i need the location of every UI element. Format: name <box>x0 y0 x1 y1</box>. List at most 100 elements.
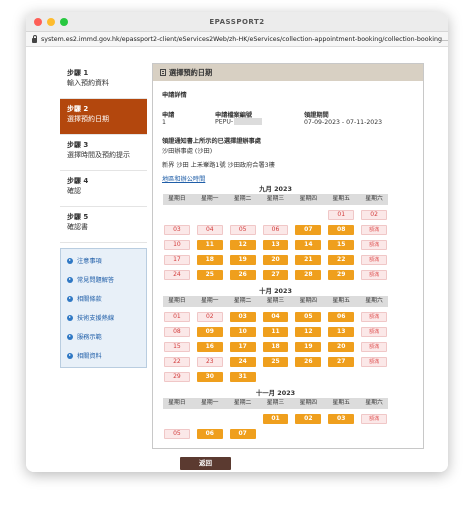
month-title: 九月 2023 <box>259 185 292 193</box>
available-date[interactable]: 15 <box>328 240 355 250</box>
available-date[interactable]: 13 <box>328 327 355 337</box>
panel-header: 選擇預約日期 <box>153 64 423 81</box>
link-terms[interactable]: 相關條款 <box>61 289 146 308</box>
weekday-label: 星期五 <box>332 298 350 304</box>
arrow-circle-icon <box>67 295 73 302</box>
weekday-header: 星期日 星期一 星期二 星期三 星期四 星期五 星期六 <box>163 296 388 307</box>
week-row: 10 11 12 13 14 15 額滿 <box>163 240 388 250</box>
available-date[interactable]: 09 <box>196 327 223 337</box>
step-5: 步驟 5 確認書 <box>60 207 147 243</box>
url-text[interactable]: system.es2.immd.gov.hk/epassport2-client… <box>41 36 448 43</box>
full-date: 額滿 <box>361 225 387 235</box>
panel-title: 選擇預約日期 <box>169 67 213 77</box>
office-heading: 領證通知書上所示的已選擇證辦事處 <box>162 138 261 145</box>
available-date[interactable]: 27 <box>262 270 289 280</box>
available-date[interactable]: 14 <box>295 240 322 250</box>
close-window-button[interactable] <box>34 18 42 26</box>
available-date[interactable]: 19 <box>295 342 322 352</box>
available-date[interactable]: 13 <box>262 240 289 250</box>
empty-cell <box>295 210 321 220</box>
available-date[interactable]: 12 <box>295 327 322 337</box>
office-address: 新界 沙田 上禾輋路1號 沙田政府合署3樓 <box>162 162 275 169</box>
empty-cell <box>164 414 190 424</box>
available-date[interactable]: 03 <box>229 312 256 322</box>
redacted-block <box>234 118 263 125</box>
empty-cell <box>263 372 289 382</box>
link-support-hotline[interactable]: 技術支援熱線 <box>61 308 146 327</box>
available-date[interactable]: 07 <box>229 429 256 439</box>
available-date[interactable]: 22 <box>328 255 355 265</box>
available-date[interactable]: 12 <box>229 240 256 250</box>
back-button[interactable]: 返回 <box>180 457 231 470</box>
available-date[interactable]: 30 <box>196 372 223 382</box>
week-row: 08 09 10 11 12 13 額滿 <box>163 327 388 337</box>
available-date[interactable]: 28 <box>295 270 322 280</box>
office-hours-link[interactable]: 地區和辦公時間 <box>162 174 205 183</box>
available-date[interactable]: 17 <box>229 342 256 352</box>
available-date[interactable]: 19 <box>229 255 256 265</box>
available-date[interactable]: 02 <box>295 414 322 424</box>
available-date[interactable]: 01 <box>262 414 289 424</box>
available-date[interactable]: 03 <box>328 414 355 424</box>
available-date[interactable]: 31 <box>229 372 256 382</box>
unavailable-date: 04 <box>196 225 223 235</box>
available-date[interactable]: 26 <box>229 270 256 280</box>
available-date[interactable]: 07 <box>295 225 322 235</box>
calendar-september: 九月 2023 星期日 星期一 星期二 星期三 星期四 星期五 星期六 01 02 03 04 05 06… <box>163 184 388 280</box>
link-label[interactable]: 常見問題解答 <box>77 275 114 284</box>
browser-window: EPASSPORT2 system.es2.immd.gov.hk/epassp… <box>26 12 448 472</box>
link-label[interactable]: 服務示範 <box>77 332 102 341</box>
unavailable-date: 15 <box>164 342 190 352</box>
available-date[interactable]: 04 <box>262 312 289 322</box>
unavailable-date: 05 <box>164 429 190 439</box>
unavailable-date: 05 <box>229 225 256 235</box>
available-date[interactable]: 18 <box>262 342 289 352</box>
link-label[interactable]: 技術支援熱線 <box>77 313 114 322</box>
available-date[interactable]: 18 <box>196 255 223 265</box>
available-date[interactable]: 26 <box>295 357 322 367</box>
unavailable-date: 24 <box>164 270 190 280</box>
available-date[interactable]: 24 <box>229 357 256 367</box>
full-date: 額滿 <box>361 255 387 265</box>
available-date[interactable]: 08 <box>328 225 355 235</box>
available-date[interactable]: 06 <box>196 429 223 439</box>
empty-cell <box>263 210 289 220</box>
week-row: 01 02 <box>163 210 388 220</box>
available-date[interactable]: 10 <box>229 327 256 337</box>
empty-cell <box>230 414 256 424</box>
weekday-label: 星期四 <box>299 298 318 304</box>
empty-cell <box>295 372 321 382</box>
week-row: 24 25 26 27 28 29 額滿 <box>163 270 388 280</box>
week-row: 01 02 03 04 05 06 額滿 <box>163 312 388 322</box>
weekday-label: 星期三 <box>266 196 285 202</box>
available-date[interactable]: 05 <box>295 312 322 322</box>
available-date[interactable]: 25 <box>262 357 289 367</box>
link-notes[interactable]: 注意事項 <box>61 251 146 270</box>
available-date[interactable]: 25 <box>196 270 223 280</box>
zoom-window-button[interactable] <box>60 18 68 26</box>
available-date[interactable]: 29 <box>328 270 355 280</box>
link-label[interactable]: 相關資料 <box>77 351 102 360</box>
available-date[interactable]: 27 <box>328 357 355 367</box>
weekday-header: 星期日 星期一 星期二 星期三 星期四 星期五 星期六 <box>163 194 388 205</box>
week-row: 03 04 05 06 07 08 額滿 <box>163 225 388 235</box>
address-bar[interactable]: system.es2.immd.gov.hk/epassport2-client… <box>26 32 448 47</box>
link-related-info[interactable]: 相關資料 <box>61 346 146 365</box>
collection-period: 07-09-2023 - 07-11-2023 <box>304 119 383 126</box>
available-date[interactable]: 16 <box>196 342 223 352</box>
link-label[interactable]: 相關條款 <box>77 294 102 303</box>
step-label: 確認 <box>67 187 81 195</box>
available-date[interactable]: 20 <box>262 255 289 265</box>
page-content: 步驟 1 輸入預約資料 步驟 2 選擇預約日期 步驟 3 選擇時間及預約提示 步… <box>26 47 448 472</box>
available-date[interactable]: 06 <box>328 312 355 322</box>
full-date: 額滿 <box>361 342 387 352</box>
available-date[interactable]: 11 <box>262 327 289 337</box>
link-faq[interactable]: 常見問題解答 <box>61 270 146 289</box>
available-date[interactable]: 11 <box>196 240 223 250</box>
minimize-window-button[interactable] <box>47 18 55 26</box>
available-date[interactable]: 21 <box>295 255 322 265</box>
link-label[interactable]: 注意事項 <box>77 256 102 265</box>
available-date[interactable]: 20 <box>328 342 355 352</box>
link-demo[interactable]: 服務示範 <box>61 327 146 346</box>
section-title: 申請詳情 <box>162 92 187 99</box>
